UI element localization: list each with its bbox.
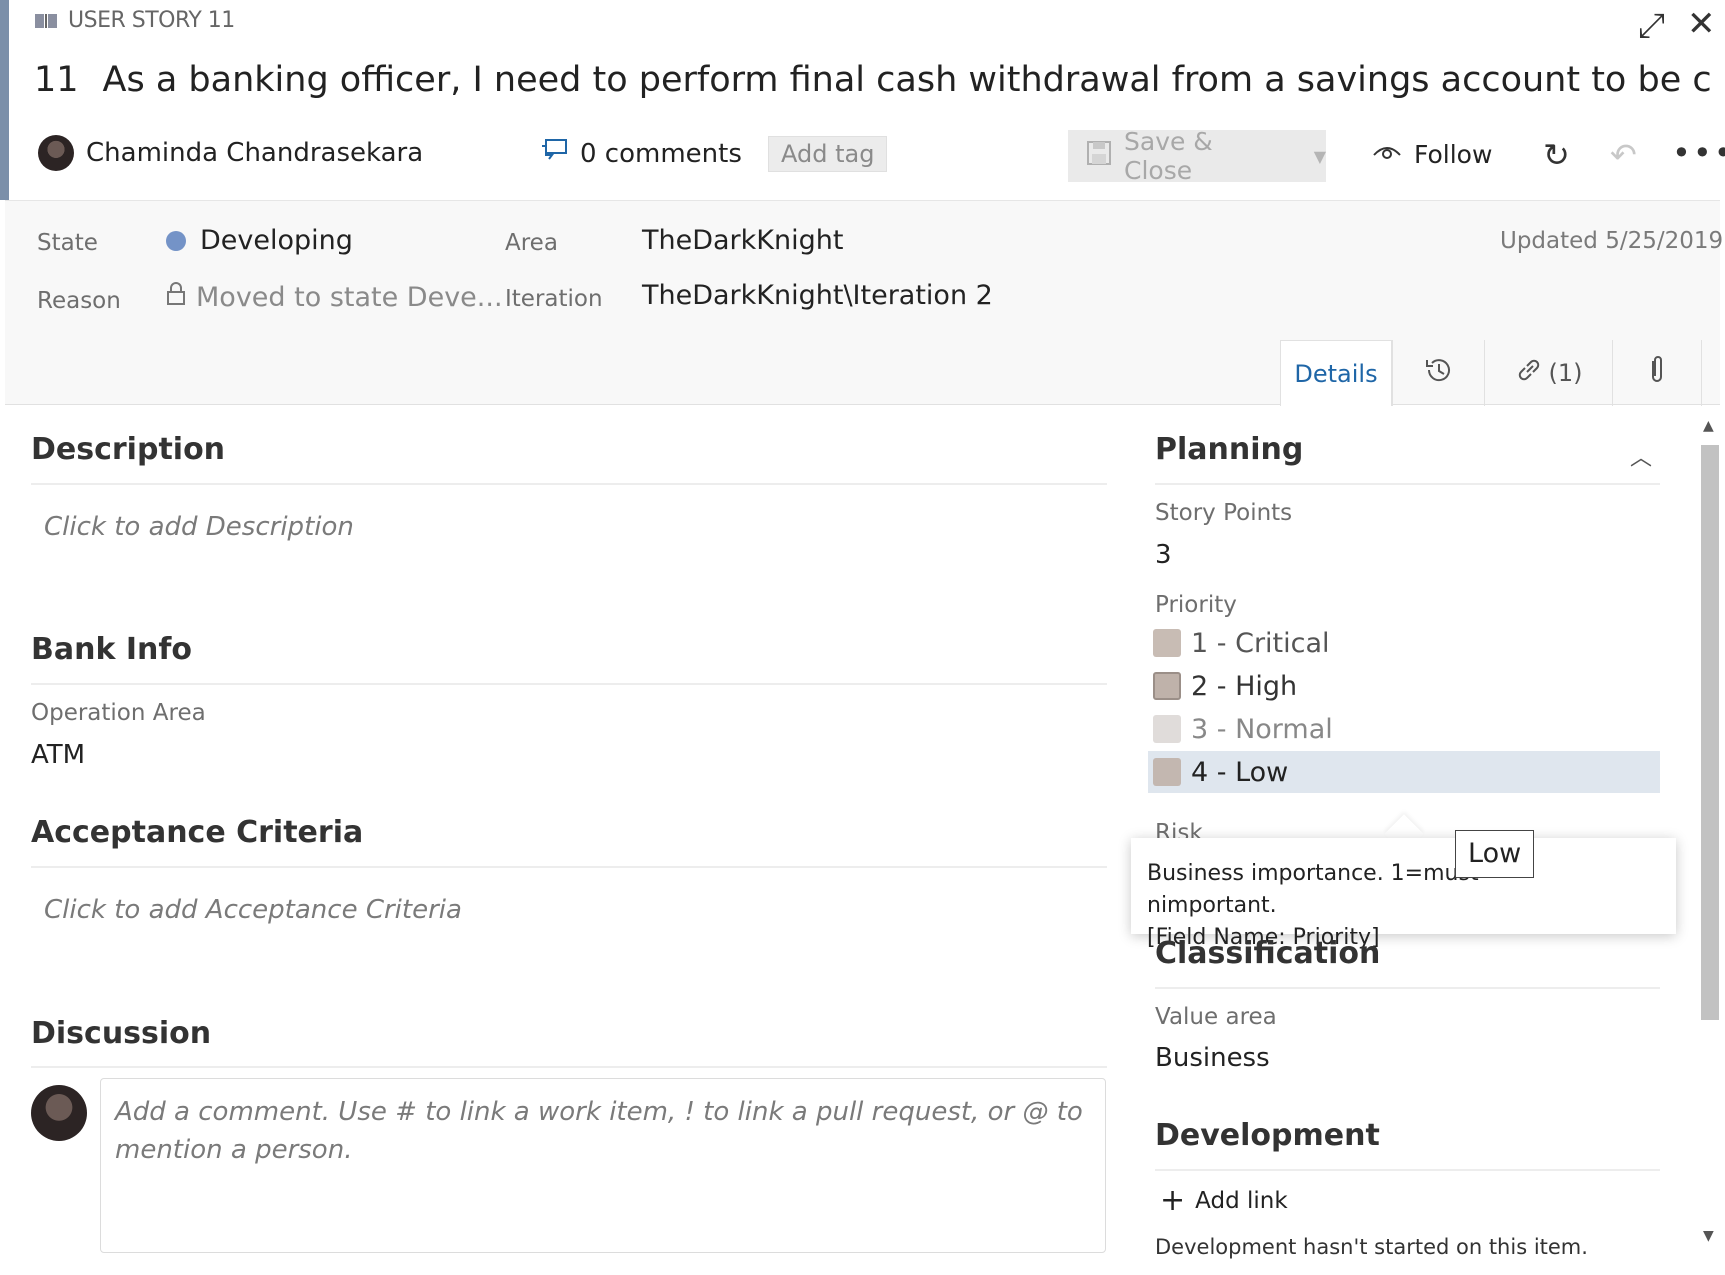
- book-icon: [34, 12, 58, 30]
- priority-option-label: 4 - Low: [1191, 756, 1289, 788]
- tab-attachments[interactable]: [1612, 340, 1702, 406]
- links-count: (1): [1548, 359, 1583, 387]
- updated-date: Updated 5/25/2019: [1500, 228, 1724, 254]
- chevron-down-icon[interactable]: ▼: [1314, 147, 1326, 166]
- avatar: [31, 1085, 87, 1141]
- state-color-dot: [166, 231, 186, 251]
- state-label: State: [37, 230, 98, 256]
- tab-links[interactable]: (1): [1484, 340, 1612, 406]
- section-divider: [31, 683, 1107, 685]
- save-close-button[interactable]: Save & Close ▼: [1068, 127, 1326, 185]
- description-heading: Description: [31, 432, 226, 467]
- comment-icon: [540, 138, 568, 169]
- reason-field: Moved to state Deve...: [166, 282, 503, 313]
- work-item-color-bar: [0, 0, 9, 200]
- work-item-type: USER STORY 11: [34, 8, 235, 33]
- state-value: Developing: [200, 225, 353, 256]
- work-item-title[interactable]: 11 As a banking officer, I need to perfor…: [34, 60, 1714, 100]
- section-divider: [1155, 987, 1660, 989]
- planning-heading: Planning: [1155, 432, 1304, 467]
- comment-placeholder: Add a comment. Use # to link a work item…: [115, 1097, 1083, 1165]
- work-item-tabs: Details (1): [1280, 340, 1702, 406]
- scrollbar-thumb[interactable]: [1701, 445, 1719, 1020]
- priority-swatch: [1153, 715, 1181, 743]
- tab-history[interactable]: [1392, 340, 1484, 406]
- reason-value: Moved to state Deve...: [196, 282, 503, 313]
- save-close-label: Save & Close: [1124, 127, 1213, 185]
- priority-option-label: 1 - Critical: [1191, 627, 1330, 659]
- work-item-type-label: USER STORY 11: [68, 8, 235, 33]
- iteration-label: Iteration: [505, 286, 603, 312]
- value-area-value[interactable]: Business: [1155, 1043, 1270, 1073]
- work-item-id: 11: [34, 60, 79, 100]
- priority-swatch: [1153, 672, 1181, 700]
- state-field[interactable]: Developing: [166, 225, 353, 256]
- priority-option-critical[interactable]: 1 - Critical: [1148, 622, 1660, 664]
- story-points-label: Story Points: [1155, 500, 1293, 526]
- scroll-down-icon[interactable]: ▼: [1703, 1228, 1714, 1244]
- section-divider: [31, 866, 1107, 868]
- area-value[interactable]: TheDarkKnight: [642, 225, 843, 256]
- expand-icon[interactable]: ⤢: [1638, 6, 1665, 46]
- area-label: Area: [505, 230, 558, 256]
- discussion-heading: Discussion: [31, 1016, 212, 1051]
- tooltip-text: Business importance. 1=must: [1147, 861, 1479, 886]
- eye-icon: [1372, 140, 1402, 169]
- priority-option-label: 2 - High: [1191, 670, 1298, 702]
- history-icon: [1424, 355, 1454, 391]
- assigned-to-name: Chaminda Chandrasekara: [86, 138, 424, 168]
- iteration-value[interactable]: TheDarkKnight\Iteration 2: [642, 280, 993, 311]
- lock-icon: [166, 282, 186, 313]
- priority-swatch: [1153, 629, 1181, 657]
- tab-details[interactable]: Details: [1280, 340, 1392, 406]
- operation-area-value[interactable]: ATM: [31, 740, 85, 770]
- priority-option-normal[interactable]: 3 - Normal: [1148, 708, 1660, 750]
- acceptance-criteria-field[interactable]: Click to add Acceptance Criteria: [44, 895, 462, 925]
- priority-option-high[interactable]: 2 - High: [1148, 665, 1660, 707]
- add-link-button[interactable]: + Add link: [1160, 1183, 1288, 1218]
- development-heading: Development: [1155, 1118, 1380, 1153]
- add-tag-button[interactable]: Add tag: [768, 136, 888, 172]
- work-item-title-text[interactable]: As a banking officer, I need to perform …: [103, 60, 1714, 100]
- more-actions-icon[interactable]: •••: [1672, 134, 1725, 172]
- scroll-up-icon[interactable]: ▲: [1703, 418, 1714, 434]
- follow-button[interactable]: Follow: [1372, 140, 1492, 169]
- section-divider: [31, 1066, 1107, 1068]
- section-divider: [1155, 1169, 1660, 1171]
- tooltip-text: nimportant.: [1147, 893, 1277, 918]
- follow-label: Follow: [1414, 140, 1493, 169]
- add-link-label: Add link: [1195, 1188, 1288, 1214]
- comments-link[interactable]: 0 comments: [540, 138, 742, 169]
- close-icon[interactable]: ✕: [1687, 4, 1716, 44]
- priority-label: Priority: [1155, 592, 1237, 618]
- section-divider: [31, 483, 1107, 485]
- assigned-to[interactable]: Chaminda Chandrasekara: [38, 135, 423, 171]
- tooltip-line-1: Business importance. 1=must nimportant.: [1147, 858, 1660, 922]
- link-icon: [1515, 356, 1543, 390]
- description-field[interactable]: Click to add Description: [44, 512, 354, 542]
- acceptance-criteria-heading: Acceptance Criteria: [31, 815, 364, 850]
- reason-label: Reason: [37, 288, 121, 314]
- hover-tooltip: Low: [1455, 830, 1535, 878]
- paperclip-icon: [1647, 355, 1667, 391]
- priority-tooltip: Business importance. 1=mustnimportant. […: [1131, 838, 1676, 950]
- priority-option-low[interactable]: 4 - Low: [1148, 751, 1660, 793]
- value-area-label: Value area: [1155, 1004, 1277, 1030]
- save-icon: [1086, 140, 1112, 172]
- priority-swatch: [1153, 758, 1181, 786]
- priority-option-label: 3 - Normal: [1191, 713, 1333, 745]
- undo-icon[interactable]: ↶: [1610, 136, 1637, 174]
- refresh-icon[interactable]: ↻: [1543, 136, 1570, 174]
- story-points-value[interactable]: 3: [1155, 540, 1172, 570]
- plus-icon: +: [1160, 1183, 1186, 1218]
- avatar: [38, 135, 74, 171]
- bank-info-heading: Bank Info: [31, 632, 193, 667]
- operation-area-label: Operation Area: [31, 700, 206, 726]
- classification-heading: Classification: [1155, 936, 1381, 971]
- comments-count: 0 comments: [580, 138, 742, 169]
- chevron-up-icon[interactable]: ︿: [1630, 440, 1652, 472]
- comment-input[interactable]: Add a comment. Use # to link a work item…: [100, 1078, 1106, 1253]
- section-divider: [1155, 483, 1660, 485]
- development-status: Development hasn't started on this item.: [1155, 1235, 1588, 1259]
